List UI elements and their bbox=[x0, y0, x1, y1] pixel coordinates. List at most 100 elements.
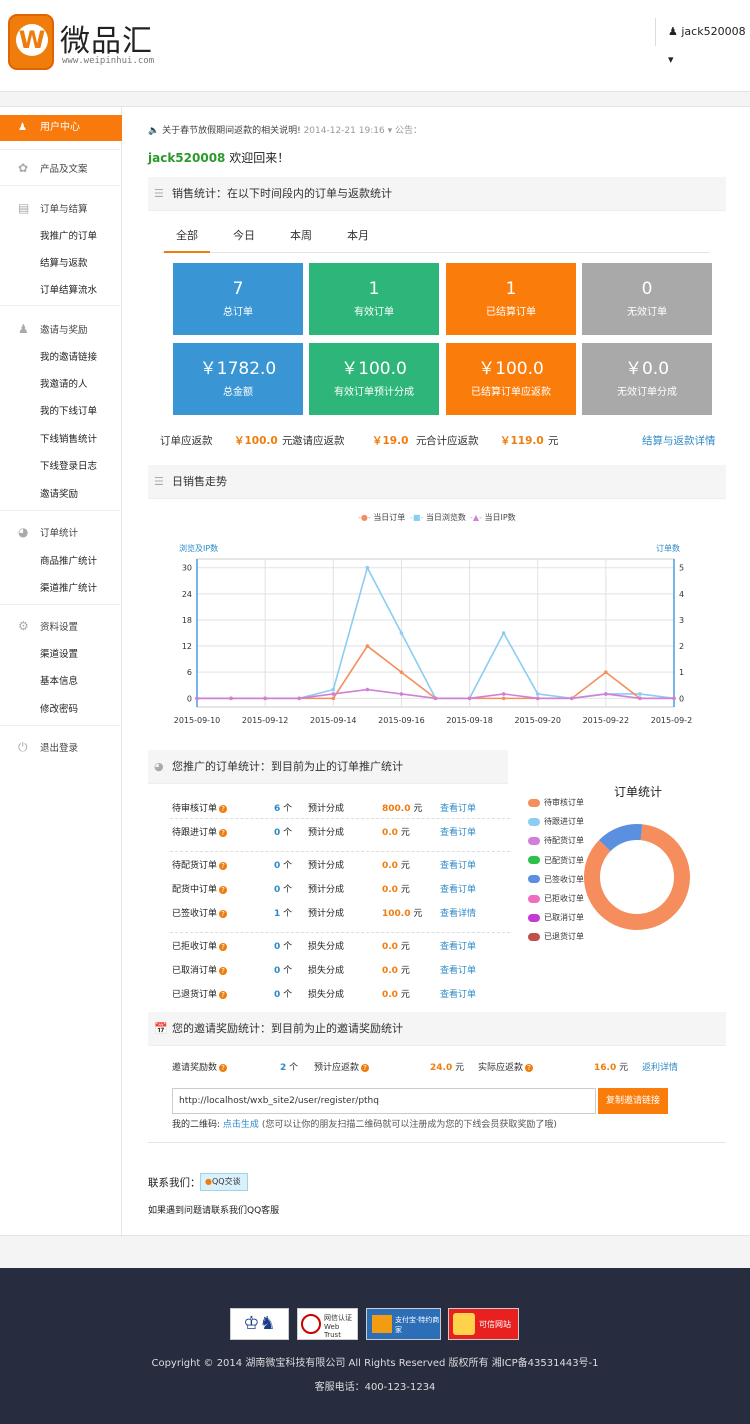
sidebar-item-settlement-flow[interactable]: 订单结算流水 bbox=[40, 282, 97, 296]
qr-row: 我的二维码: 点击生成 (您可以让你的朋友扫描二维码就可以注册成为您的下线会员获… bbox=[172, 1117, 557, 1130]
trusted-site-icon[interactable]: 可信网站 bbox=[448, 1308, 519, 1340]
alipay-icon[interactable]: 支付宝·特约商家 bbox=[366, 1308, 441, 1340]
chevron-down-icon[interactable]: ▾ bbox=[388, 126, 393, 136]
qq-chat-button[interactable]: ●QQ交谈 bbox=[200, 1173, 248, 1191]
help-icon[interactable]: ? bbox=[219, 967, 228, 975]
sidebar-group-orders[interactable]: ▤ 订单与结算 bbox=[0, 201, 122, 215]
order-refund-value: ￥100.0 bbox=[234, 435, 278, 447]
pie-legend-item[interactable]: 已签收订单 bbox=[528, 874, 584, 885]
view-orders-link[interactable]: 查看订单 bbox=[440, 801, 476, 814]
pie-slice[interactable] bbox=[599, 824, 643, 852]
sidebar-item-user-center[interactable]: ♟ 用户中心 bbox=[0, 115, 122, 141]
sidebar-item-invite-reward[interactable]: 邀请奖励 bbox=[40, 486, 78, 500]
copy-invite-link-button[interactable]: 复制邀请链接 bbox=[598, 1088, 668, 1114]
view-orders-link[interactable]: 查看订单 bbox=[440, 825, 476, 838]
sidebar-item-product-stats[interactable]: 商品推广统计 bbox=[40, 553, 97, 567]
sidebar-group-settings[interactable]: ⚙ 资料设置 bbox=[0, 619, 122, 633]
sidebar-item-basic-info[interactable]: 基本信息 bbox=[40, 673, 78, 687]
sidebar-item-invited-people[interactable]: 我邀请的人 bbox=[40, 376, 88, 390]
data-point bbox=[229, 696, 233, 701]
help-icon[interactable]: ? bbox=[219, 910, 228, 918]
notice-link[interactable]: 关于春节放假期间返款的相关说明! bbox=[162, 126, 301, 136]
badge-label: 可信网站 bbox=[479, 1320, 511, 1329]
user-icon: ♟ bbox=[18, 122, 27, 133]
police-badge-icon[interactable]: ♔♞ bbox=[230, 1308, 289, 1340]
pie-legend-item[interactable]: 已配货订单 bbox=[528, 855, 584, 866]
sidebar-item-channel-settings[interactable]: 渠道设置 bbox=[40, 646, 78, 660]
sidebar: ♟ 用户中心 ✿ 产品及文案 ▤ 订单与结算 我推广的订单 结算与返款 订单结算流水… bbox=[0, 107, 122, 1237]
legend-label: 待审核订单 bbox=[544, 798, 584, 807]
sidebar-group-order-stats[interactable]: ◕ 订单统计 bbox=[0, 525, 122, 539]
help-icon[interactable]: ? bbox=[219, 943, 228, 951]
sidebar-item-channel-stats[interactable]: 渠道推广统计 bbox=[40, 580, 97, 594]
order-count: 0 个 bbox=[274, 942, 293, 952]
logo-icon[interactable]: W bbox=[8, 14, 54, 70]
help-icon[interactable]: ? bbox=[219, 886, 228, 894]
help-icon[interactable]: ? bbox=[219, 862, 228, 870]
x-tick: 2015-09-10 bbox=[174, 716, 221, 725]
help-icon[interactable]: ? bbox=[219, 829, 228, 837]
invite-title: 您的邀请奖励统计：到目前为止的邀请奖励统计 bbox=[172, 1022, 403, 1035]
commission-amount: 100.0 元 bbox=[382, 909, 423, 919]
daily-title: 日销售走势 bbox=[172, 475, 227, 488]
tab-today[interactable]: 今日 bbox=[233, 227, 255, 243]
y-tick-left: 18 bbox=[182, 616, 192, 625]
brand-url: www.weipinhui.com bbox=[62, 56, 155, 66]
sidebar-item-downline-sales[interactable]: 下线销售统计 bbox=[40, 431, 97, 445]
generate-qr-link[interactable]: 点击生成 bbox=[223, 1120, 259, 1130]
commission-kind: 损失分成 bbox=[308, 966, 345, 976]
sidebar-item-invite-link[interactable]: 我的邀请链接 bbox=[40, 349, 97, 363]
pie-legend-item[interactable]: 已拒收订单 bbox=[528, 893, 584, 904]
view-orders-link[interactable]: 查看订单 bbox=[440, 987, 476, 1000]
sidebar-item-settlement[interactable]: 结算与返款 bbox=[40, 255, 88, 269]
commission-kind: 预计分成 bbox=[308, 885, 345, 895]
user-menu[interactable]: ♟ jack520008 ▾ bbox=[655, 18, 750, 66]
sidebar-item-downline-orders[interactable]: 我的下线订单 bbox=[40, 403, 97, 417]
sidebar-group-products[interactable]: ✿ 产品及文案 bbox=[0, 161, 122, 175]
help-icon[interactable]: ? bbox=[361, 1064, 370, 1072]
view-orders-link[interactable]: 查看订单 bbox=[440, 882, 476, 895]
legend-swatch bbox=[528, 894, 540, 903]
data-point bbox=[501, 692, 506, 696]
sidebar-group-invite[interactable]: ♟ 邀请与奖励 bbox=[0, 322, 122, 336]
pie-legend-item[interactable]: 待跟进订单 bbox=[528, 816, 584, 827]
data-point bbox=[433, 696, 438, 701]
pie-legend-item[interactable]: 待配货订单 bbox=[528, 835, 584, 846]
sidebar-item-my-orders[interactable]: 我推广的订单 bbox=[40, 228, 97, 242]
pie-legend-item[interactable]: 待审核订单 bbox=[528, 797, 584, 808]
tab-month[interactable]: 本月 bbox=[347, 227, 369, 243]
tab-all[interactable]: 全部 bbox=[164, 227, 210, 253]
divider bbox=[0, 725, 122, 726]
view-orders-link[interactable]: 查看详情 bbox=[440, 906, 476, 919]
invite-count-label: 邀请奖励数? bbox=[172, 1060, 228, 1073]
sidebar-item-logout[interactable]: ⏻ 退出登录 bbox=[0, 740, 122, 754]
data-point bbox=[331, 687, 336, 692]
help-icon[interactable]: ? bbox=[219, 1064, 228, 1072]
chevron-down-icon: ▾ bbox=[668, 53, 674, 66]
sidebar-item-change-password[interactable]: 修改密码 bbox=[40, 701, 78, 715]
notice-label: 公告： bbox=[394, 126, 422, 136]
legend-label: 已拒收订单 bbox=[544, 894, 584, 903]
view-orders-link[interactable]: 查看订单 bbox=[440, 858, 476, 871]
legend-ips[interactable]: -▲- 当日IP数 bbox=[470, 512, 516, 523]
legend-orders[interactable]: -●- 当日订单 bbox=[358, 512, 405, 523]
username: jack520008 bbox=[681, 25, 746, 38]
help-icon[interactable]: ? bbox=[219, 991, 228, 999]
pie-legend-item[interactable]: 已取消订单 bbox=[528, 912, 584, 923]
view-orders-link[interactable]: 查看订单 bbox=[440, 939, 476, 952]
data-point bbox=[365, 687, 370, 692]
invite-link-input[interactable]: http://localhost/wxb_site2/user/register… bbox=[172, 1088, 596, 1114]
help-icon[interactable]: ? bbox=[219, 805, 228, 813]
view-orders-link[interactable]: 查看订单 bbox=[440, 963, 476, 976]
unit-label: 元 bbox=[416, 435, 427, 447]
daily-section-header: ☰ 日销售走势 bbox=[148, 465, 726, 499]
webtrust-icon[interactable]: 网信认证 Web Trust bbox=[297, 1308, 358, 1340]
pie-legend-item[interactable]: 已退货订单 bbox=[528, 931, 584, 942]
help-icon[interactable]: ? bbox=[525, 1064, 534, 1072]
sidebar-group-label: 产品及文案 bbox=[40, 164, 88, 175]
tab-week[interactable]: 本周 bbox=[290, 227, 312, 243]
rebate-details-link[interactable]: 返利详情 bbox=[642, 1060, 678, 1073]
sidebar-item-downline-login[interactable]: 下线登录日志 bbox=[40, 458, 97, 472]
legend-views[interactable]: -■- 当日浏览数 bbox=[410, 512, 466, 523]
settlement-details-link[interactable]: 结算与返款详情 bbox=[642, 433, 716, 448]
